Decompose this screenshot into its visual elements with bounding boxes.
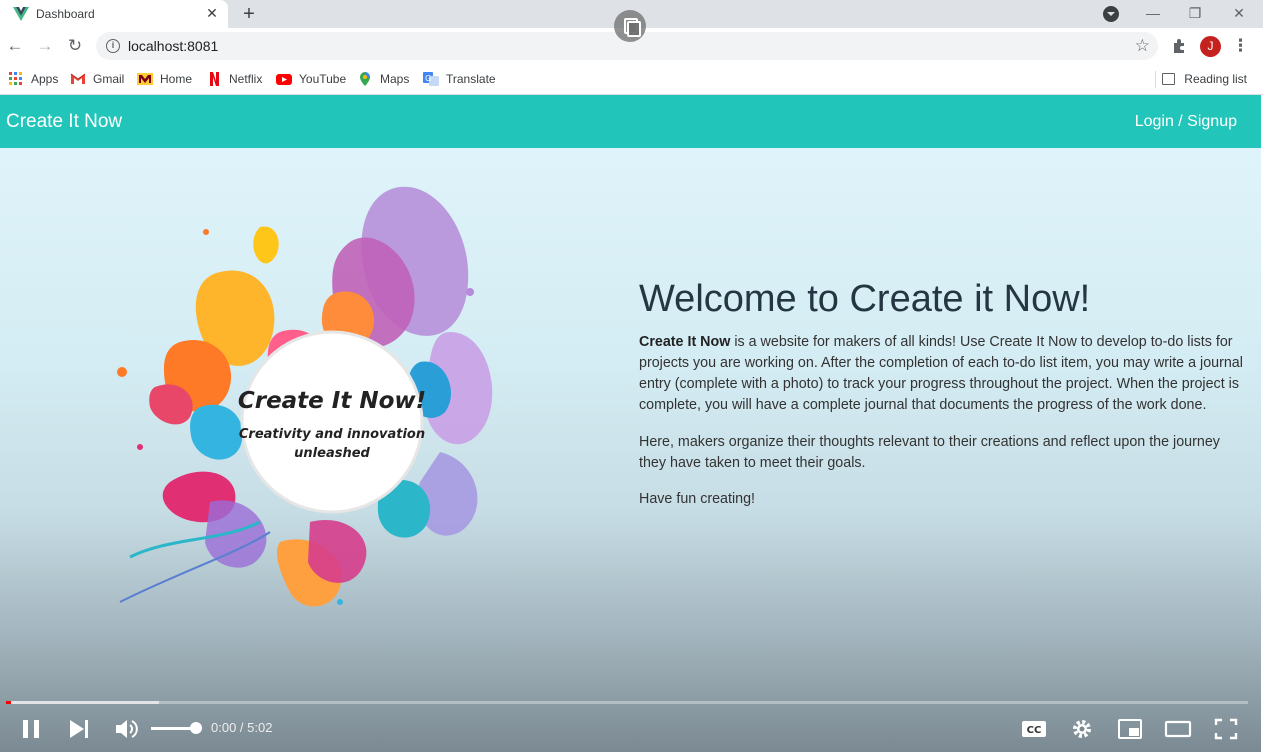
site-navbar: Create It Now Login / Signup (0, 95, 1261, 148)
bookmark-label: Gmail (93, 72, 125, 86)
bookmark-label: Translate (446, 72, 496, 86)
makers-paragraph: Here, makers organize their thoughts rel… (639, 434, 1220, 471)
bookmark-gmail[interactable]: Gmail (70, 70, 124, 88)
art-title: Create It Now! (238, 388, 426, 414)
bookmarks-bar: Apps Gmail Home Netflix YouTube Maps G T… (0, 64, 1263, 95)
video-time: 0:00 / 5:02 (211, 720, 273, 735)
art-tagline-line2: unleashed (294, 446, 370, 461)
apps-grid-icon (9, 72, 22, 85)
netflix-icon (210, 72, 219, 86)
intro-bold-brand: Create It Now (639, 334, 731, 350)
intro-paragraph: Create It Now is a website for makers of… (639, 332, 1249, 416)
bookmark-label: Maps (380, 72, 410, 86)
window-close-icon[interactable]: ✕ (1229, 3, 1249, 23)
bookmark-apps[interactable]: Apps (8, 70, 58, 88)
close-tab-icon[interactable]: ✕ (204, 5, 220, 21)
bookmark-label: Netflix (229, 72, 263, 86)
browser-menu-icon[interactable]: ⋮ (1232, 35, 1249, 57)
login-signup-link[interactable]: Login / Signup (1135, 113, 1237, 131)
forward-arrow-icon[interactable]: → (35, 36, 55, 56)
volume-icon[interactable] (113, 716, 141, 742)
progress-buffered (6, 701, 159, 704)
pause-bar-icon (23, 720, 28, 738)
bookmark-home[interactable]: Home (137, 70, 192, 88)
theater-mode-icon[interactable] (1164, 716, 1192, 742)
back-arrow-icon[interactable]: ← (5, 36, 25, 56)
youtube-icon (276, 74, 292, 85)
pause-bar-icon (34, 720, 39, 738)
progress-played (6, 701, 11, 704)
fullscreen-icon[interactable] (1212, 716, 1240, 742)
tab-title: Dashboard (36, 7, 95, 21)
vue-logo-icon (13, 7, 29, 21)
svg-text:CC: CC (1027, 725, 1042, 736)
video-progress-bar[interactable] (6, 701, 1248, 704)
intro-text: is a website for makers of all kinds! Us… (639, 334, 1243, 413)
minimize-icon[interactable]: — (1143, 3, 1163, 23)
reading-list-icon (1162, 73, 1176, 85)
url-text[interactable]: localhost:8081 (128, 38, 218, 54)
settings-gear-icon[interactable] (1068, 716, 1096, 742)
welcome-heading: Welcome to Create it Now! (639, 278, 1091, 320)
bookmark-netflix[interactable]: Netflix (206, 70, 262, 88)
captions-icon[interactable]: CC (1020, 716, 1048, 742)
next-video-icon[interactable] (66, 716, 94, 742)
miniplayer-icon[interactable] (1116, 716, 1144, 742)
bookmark-label: Home (160, 72, 193, 86)
new-tab-button[interactable]: + (238, 3, 260, 25)
site-brand[interactable]: Create It Now (6, 111, 122, 133)
profile-avatar[interactable]: J (1200, 36, 1221, 57)
bookmark-label: Apps (31, 72, 59, 86)
create-it-now-artwork: Create It Now! Creativity and innovation… (117, 186, 493, 607)
bookmark-youtube[interactable]: YouTube (276, 70, 346, 88)
tab-search-icon[interactable] (1103, 6, 1119, 22)
hero-section: Create It Now! Creativity and innovation… (0, 148, 1261, 752)
reload-icon[interactable]: ↻ (65, 36, 85, 56)
reading-list-button[interactable]: Reading list (1162, 70, 1247, 88)
bookmark-maps[interactable]: Maps (357, 70, 409, 88)
picture-in-picture-overlay-icon[interactable] (614, 10, 646, 42)
svg-text:G: G (425, 74, 431, 83)
maps-pin-icon (360, 72, 370, 86)
home-m-icon (137, 73, 153, 85)
restore-icon[interactable]: ❐ (1185, 3, 1205, 23)
volume-slider-handle[interactable] (190, 722, 202, 734)
have-fun-paragraph: Have fun creating! (639, 491, 756, 507)
bookmark-label: YouTube (299, 72, 347, 86)
bookmark-star-icon[interactable]: ☆ (1135, 36, 1150, 56)
bookmarks-divider (1155, 71, 1156, 88)
gmail-icon (70, 73, 86, 84)
reading-list-label: Reading list (1184, 72, 1247, 86)
translate-icon: G (423, 72, 439, 86)
tab-dashboard[interactable]: Dashboard ✕ (0, 0, 228, 28)
extensions-puzzle-icon[interactable] (1171, 37, 1189, 55)
art-tagline-line1: Creativity and innovation (239, 427, 425, 442)
site-info-icon[interactable]: i (106, 39, 120, 53)
pause-button[interactable] (20, 716, 48, 742)
bookmark-translate[interactable]: G Translate (423, 70, 496, 88)
video-controls: 0:00 / 5:02 CC (0, 706, 1263, 752)
